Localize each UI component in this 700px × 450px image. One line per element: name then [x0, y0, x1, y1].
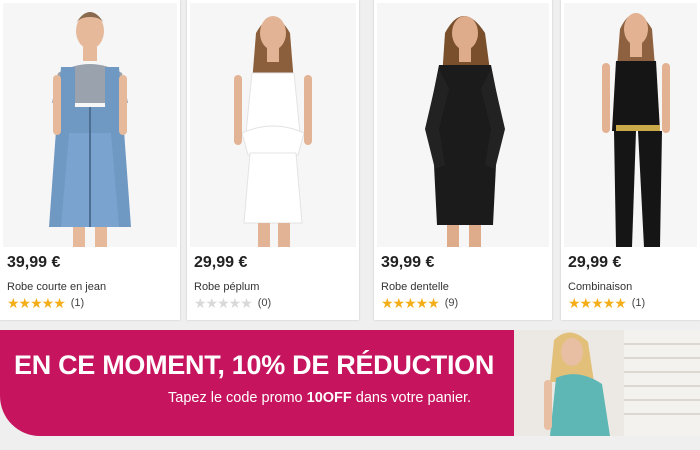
product-photo[interactable]	[377, 3, 549, 247]
product-photo[interactable]	[564, 3, 697, 247]
product-name[interactable]: Robe courte en jean	[7, 281, 106, 293]
star-rating-icon: ★★★★★	[194, 295, 253, 311]
black-lace-dress-photo	[377, 3, 549, 247]
product-price: 39,99 €	[7, 254, 61, 271]
product-price: 39,99 €	[381, 254, 435, 271]
white-peplum-dress-photo	[190, 3, 356, 247]
product-rating: ★★★★★ (1)	[568, 296, 645, 310]
product-card[interactable]: 29,99 € Combinaison ★★★★★ (1)	[561, 0, 700, 320]
product-photo[interactable]	[3, 3, 177, 247]
promo-subtext: Tapez le code promo 10OFF dans votre pan…	[168, 390, 471, 406]
product-grid: 39,99 € Robe courte en jean ★★★★★ (1) 29…	[0, 0, 700, 325]
product-name[interactable]: Robe dentelle	[381, 281, 449, 293]
product-name[interactable]: Robe péplum	[194, 281, 259, 293]
product-price: 29,99 €	[568, 254, 622, 271]
product-card[interactable]: 39,99 € Robe courte en jean ★★★★★ (1)	[0, 0, 180, 320]
model-teal-top-photo	[514, 330, 700, 436]
promo-code: 10OFF	[306, 390, 352, 406]
product-name[interactable]: Combinaison	[568, 281, 632, 293]
review-count[interactable]: (9)	[445, 297, 458, 309]
review-count[interactable]: (1)	[71, 297, 84, 309]
promo-subtext-after: dans votre panier.	[351, 390, 472, 406]
promo-photo	[514, 330, 700, 436]
product-price: 29,99 €	[194, 254, 248, 271]
denim-overall-dress-photo	[3, 3, 177, 247]
promo-headline: EN CE MOMENT, 10% DE RÉDUCTION	[14, 350, 495, 380]
black-jumpsuit-photo	[564, 3, 697, 247]
star-rating-icon: ★★★★★	[7, 295, 66, 311]
promo-banner[interactable]: EN CE MOMENT, 10% DE RÉDUCTION Tapez le …	[0, 330, 700, 436]
promo-subtext-before: Tapez le code promo	[168, 390, 307, 406]
star-rating-icon: ★★★★★	[381, 295, 440, 311]
product-card[interactable]: 39,99 € Robe dentelle ★★★★★ (9)	[374, 0, 552, 320]
product-rating: ★★★★★ (1)	[7, 296, 84, 310]
review-count[interactable]: (1)	[632, 297, 645, 309]
star-rating-icon: ★★★★★	[568, 295, 627, 311]
product-rating: ★★★★★ (0)	[194, 296, 271, 310]
product-photo[interactable]	[190, 3, 356, 247]
product-card[interactable]: 29,99 € Robe péplum ★★★★★ (0)	[187, 0, 359, 320]
review-count[interactable]: (0)	[258, 297, 271, 309]
product-rating: ★★★★★ (9)	[381, 296, 458, 310]
